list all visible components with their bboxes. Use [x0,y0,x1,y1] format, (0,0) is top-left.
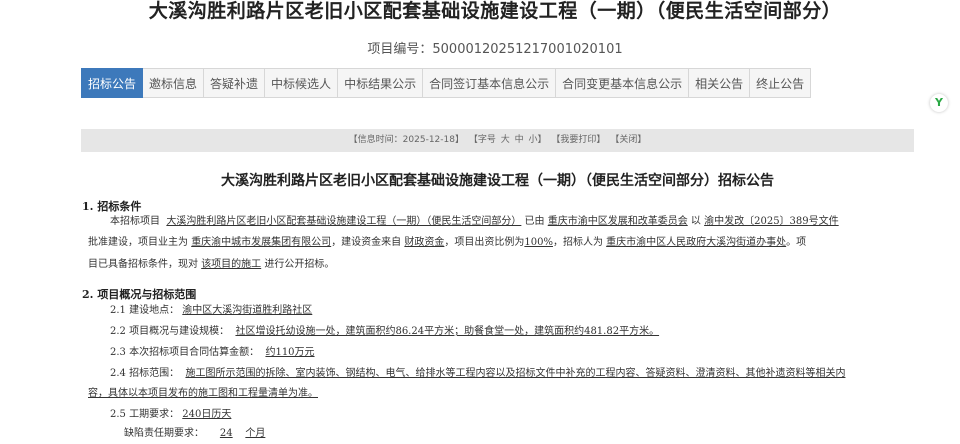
font-small-link[interactable]: 小】 [529,135,547,145]
tab-related-announcements[interactable]: 相关公告 [689,68,751,98]
tab-termination-announcement[interactable]: 终止公告 [750,68,812,98]
info-time: 【信息时间：2025-12-18】 [348,135,464,145]
tab-bid-announcement[interactable]: 招标公告 [81,68,144,98]
tab-contract-change-info[interactable]: 合同变更基本信息公示 [556,68,690,98]
paragraph-line: 目已具备招标条件，现对 该项目的施工 进行公开招标。 [88,259,335,270]
font-large-link[interactable]: 大 [501,135,510,145]
paragraph-line: 缺陷责任期要求： 24 个月 [124,428,266,439]
tab-contract-signing-info[interactable]: 合同签订基本信息公示 [423,68,557,98]
print-link[interactable]: 【我要打印】 [551,135,605,145]
tab-winning-candidates[interactable]: 中标候选人 [265,68,339,98]
notice-tabs: 招标公告 邀标信息 答疑补遗 中标候选人 中标结果公示 合同签订基本信息公示 合… [81,68,812,98]
paragraph-line: 2.1 建设地点： 渝中区大溪沟街道胜利路社区 [110,305,313,316]
project-number-label: 项目编号： [367,42,433,57]
info-bar: 【信息时间：2025-12-18】 【字号 大 中 小】 【我要打印】 【关闭】 [81,129,914,152]
page-title: 大溪沟胜利路片区老旧小区配套基础设施建设工程（一期）（便民生活空间部分） [148,0,842,22]
document-title: 大溪沟胜利路片区老旧小区配套基础设施建设工程（一期）（便民生活空间部分）招标公告 [221,173,774,189]
tab-qa-addendum[interactable]: 答疑补遗 [204,68,266,98]
tab-invitation-info[interactable]: 邀标信息 [143,68,205,98]
paragraph-line: 2.2 项目概况与建设规模： 社区增设托幼设施一处，建筑面积约86.24平方米；… [110,326,660,337]
paragraph-line: 2.5 工期要求： 240日历天 [110,409,232,420]
project-number-value: 5000012025121700102010​1 [432,42,623,57]
font-medium-link[interactable]: 中 [515,135,524,145]
paragraph-line: 批准建设，项目业主为 重庆渝中城市发展集团有限公司，建设资金来自 财政资金，项目… [88,237,807,248]
font-size-label: 【字号 [468,135,496,145]
section-heading: 2. 项目概况与招标范围 [82,288,197,301]
paragraph-line: 2.3 本次招标项目合同估算金额： 约110万元 [110,347,315,358]
paragraph-line: 2.4 招标范围： 施工图所示范围的拆除、室内装饰、钢结构、电气、给排水等工程内… [110,368,846,379]
side-assistant-icon[interactable]: Y [930,94,948,112]
tab-winning-result[interactable]: 中标结果公示 [338,68,424,98]
project-number: 项目编号：5000012025121700102010​1 [0,38,960,57]
close-link[interactable]: 【关闭】 [610,135,646,145]
paragraph-line: 本招标项目 大溪沟胜利路片区老旧小区配套基础设施建设工程（一期）（便民生活空间部… [110,216,839,227]
paragraph-line: 容，具体以本项目发布的施工图和工程量清单为准。 [88,388,318,399]
